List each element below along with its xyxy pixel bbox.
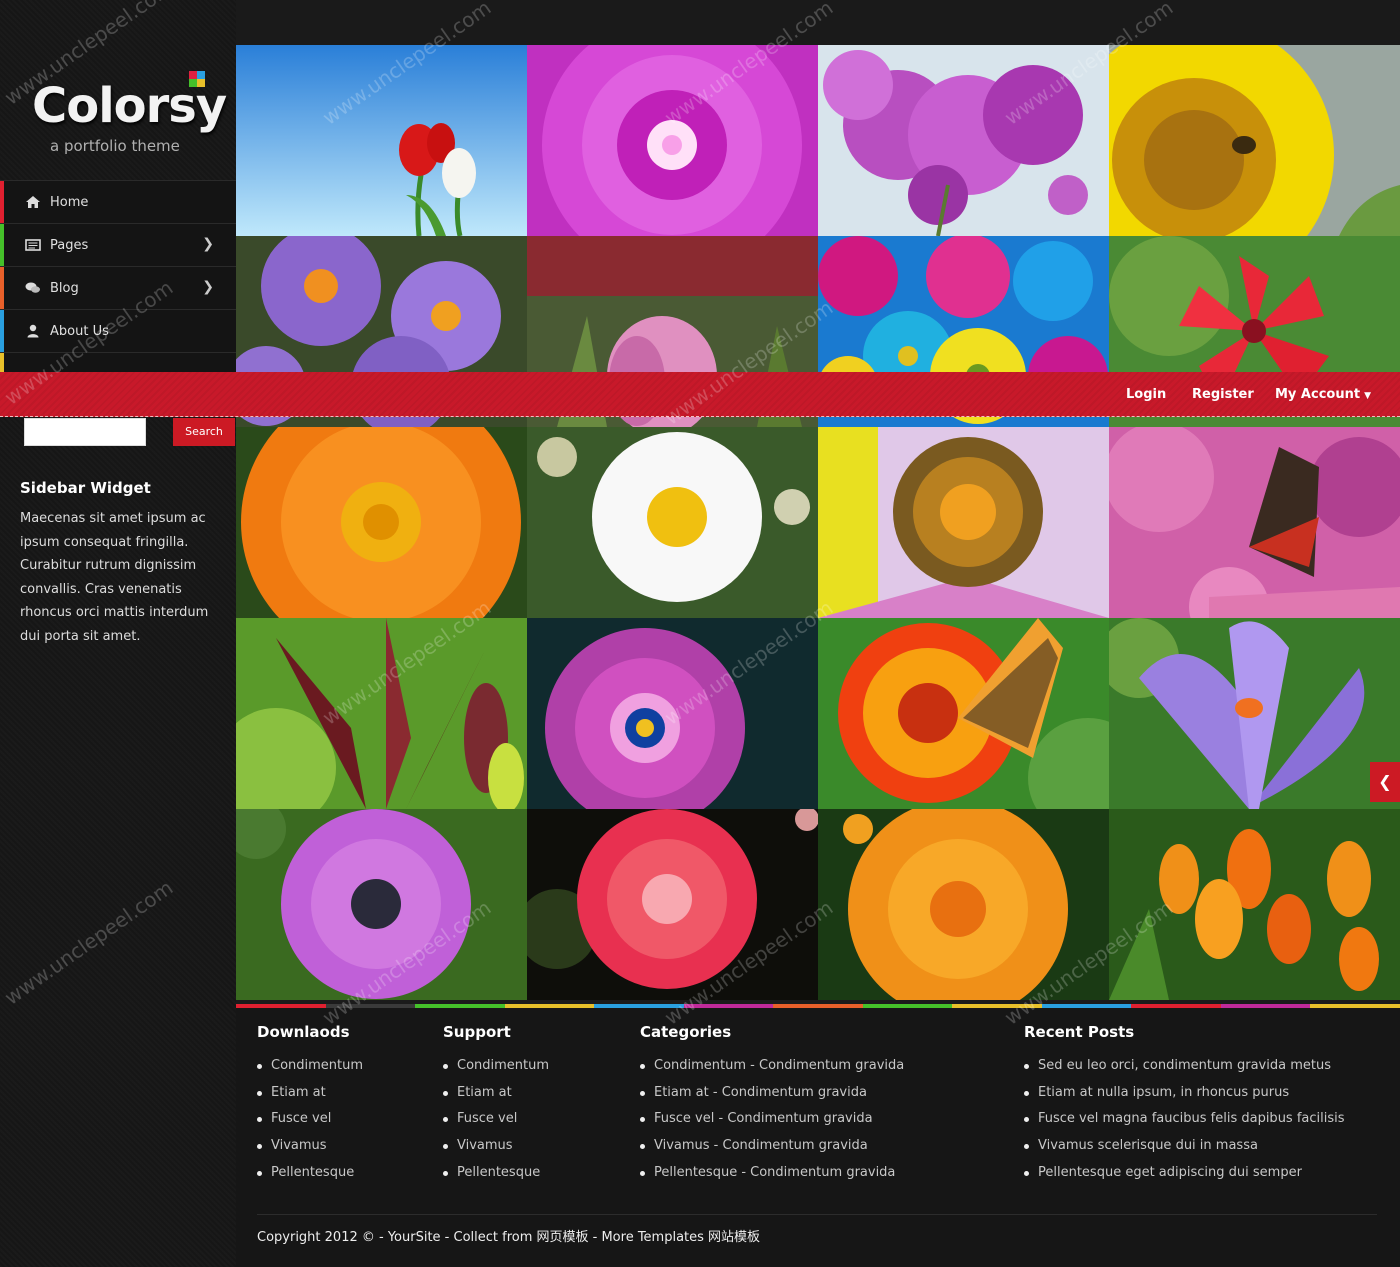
main-nav: Home Pages ❯ Blog ❯ About Us bbox=[0, 180, 236, 395]
footer: Downlaods Condimentum Etiam at Fusce vel… bbox=[236, 1004, 1400, 1267]
footer-link[interactable]: Vivamus bbox=[257, 1136, 363, 1163]
footer-support: Support Condimentum Etiam at Fusce vel V… bbox=[443, 1023, 549, 1189]
gallery-tile-red-tulips[interactable] bbox=[236, 45, 527, 236]
footer-link[interactable]: Vivamus bbox=[443, 1136, 549, 1163]
white-daisy-image bbox=[527, 427, 818, 618]
pages-icon bbox=[25, 239, 41, 251]
footer-link[interactable]: Condimentum bbox=[257, 1056, 363, 1083]
footer-link[interactable]: Pellentesque bbox=[257, 1163, 363, 1190]
footer-link[interactable]: Etiam at - Condimentum gravida bbox=[640, 1083, 904, 1110]
nav-label: Blog bbox=[50, 281, 79, 296]
footer-link[interactable]: Fusce vel - Condimentum gravida bbox=[640, 1109, 904, 1136]
chevron-down-icon: ▼ bbox=[1364, 391, 1371, 401]
osteospermum-image bbox=[527, 618, 818, 809]
chevron-right-icon: ❯ bbox=[202, 236, 214, 252]
chevron-left-icon[interactable]: ❮ bbox=[1370, 762, 1400, 802]
gallery-tile-dark-lily[interactable] bbox=[236, 618, 527, 809]
footer-link[interactable]: Fusce vel bbox=[257, 1109, 363, 1136]
gallery-tile-orange-crocus[interactable] bbox=[1109, 809, 1400, 1000]
footer-link[interactable]: Vivamus - Condimentum gravida bbox=[640, 1136, 904, 1163]
orange-gerbera-image bbox=[236, 427, 527, 618]
gallery-tile-orange-dahlia[interactable] bbox=[818, 809, 1109, 1000]
red-bellis-image bbox=[527, 809, 818, 1000]
dark-lily-image bbox=[236, 618, 527, 809]
footer-link[interactable]: Vivamus scelerisque dui in massa bbox=[1024, 1136, 1345, 1163]
pink-daisy-image bbox=[236, 809, 527, 1000]
sidebar-widget-text: Maecenas sit amet ipsum ac ipsum consequ… bbox=[20, 511, 209, 644]
gallery-tile-orange-gerbera[interactable] bbox=[236, 427, 527, 618]
footer-categories: Categories Condimentum - Condimentum gra… bbox=[640, 1023, 904, 1189]
home-icon bbox=[26, 196, 40, 208]
footer-color-strip bbox=[236, 1004, 1400, 1008]
user-icon bbox=[27, 324, 39, 338]
register-link[interactable]: Register bbox=[1192, 387, 1254, 402]
nav-item-home[interactable]: Home bbox=[0, 180, 236, 223]
gallery-tile-red-bellis[interactable] bbox=[527, 809, 818, 1000]
zinnia-monarch-image bbox=[818, 618, 1109, 809]
footer-link[interactable]: Fusce vel bbox=[443, 1109, 549, 1136]
red-tulips-image bbox=[236, 45, 527, 236]
footer-link[interactable]: Fusce vel magna faucibus felis dapibus f… bbox=[1024, 1109, 1345, 1136]
gallery-tile-sunflower-bee[interactable] bbox=[1109, 45, 1400, 236]
nav-color-bar bbox=[0, 181, 4, 223]
nav-item-about-us[interactable]: About Us bbox=[0, 309, 236, 352]
sunflower-bee-image bbox=[1109, 45, 1400, 236]
nav-label: Home bbox=[50, 195, 89, 210]
gallery-tile-echinacea[interactable] bbox=[818, 427, 1109, 618]
footer-link[interactable]: Etiam at bbox=[443, 1083, 549, 1110]
nav-color-bar bbox=[0, 310, 4, 352]
copyright-text: Copyright 2012 © - YourSite - Collect fr… bbox=[257, 1230, 761, 1245]
orange-dahlia-image bbox=[818, 809, 1109, 1000]
footer-recent-posts: Recent Posts Sed eu leo orci, condimentu… bbox=[1024, 1023, 1345, 1189]
echinacea-image bbox=[818, 427, 1109, 618]
footer-heading: Support bbox=[443, 1023, 511, 1041]
gallery-tile-purple-crocus[interactable] bbox=[1109, 618, 1400, 809]
comments-icon bbox=[25, 282, 40, 293]
gallery-tile-butterfly-on-flowers[interactable] bbox=[1109, 427, 1400, 618]
nav-label: About Us bbox=[50, 324, 109, 339]
footer-link[interactable]: Sed eu leo orci, condimentum gravida met… bbox=[1024, 1056, 1345, 1083]
logo-color-squares-icon bbox=[189, 71, 205, 87]
butterfly-on-flowers-image bbox=[1109, 427, 1400, 618]
header-strip bbox=[236, 0, 1400, 45]
nav-color-bar bbox=[0, 224, 4, 266]
photo-gallery bbox=[236, 45, 1400, 1004]
footer-heading: Recent Posts bbox=[1024, 1023, 1135, 1041]
footer-heading: Downlaods bbox=[257, 1023, 350, 1041]
my-account-label: My Account bbox=[1275, 387, 1361, 402]
footer-link[interactable]: Pellentesque eget adipiscing dui semper bbox=[1024, 1163, 1345, 1190]
footer-link[interactable]: Condimentum bbox=[443, 1056, 549, 1083]
nav-item-pages[interactable]: Pages ❯ bbox=[0, 223, 236, 266]
search-button[interactable]: Search bbox=[173, 418, 235, 446]
footer-link[interactable]: Etiam at nulla ipsum, in rhoncus purus bbox=[1024, 1083, 1345, 1110]
purple-crocus-image bbox=[1109, 618, 1400, 809]
gallery-tile-zinnia-monarch[interactable] bbox=[818, 618, 1109, 809]
gallery-tile-osteospermum[interactable] bbox=[527, 618, 818, 809]
footer-heading: Categories bbox=[640, 1023, 732, 1041]
login-link[interactable]: Login bbox=[1126, 387, 1166, 402]
nav-color-bar bbox=[0, 267, 4, 309]
top-account-bar: Login Register My Account ▼ bbox=[0, 372, 1400, 417]
orange-crocus-image bbox=[1109, 809, 1400, 1000]
logo-tagline: a portfolio theme bbox=[50, 137, 180, 155]
gallery-tile-pink-daisy[interactable] bbox=[236, 809, 527, 1000]
footer-downloads: Downlaods Condimentum Etiam at Fusce vel… bbox=[257, 1023, 363, 1189]
footer-divider bbox=[257, 1214, 1377, 1215]
my-account-menu[interactable]: My Account ▼ bbox=[1275, 387, 1371, 402]
footer-link[interactable]: Pellentesque bbox=[443, 1163, 549, 1190]
pink-dahlia-image bbox=[527, 45, 818, 236]
footer-link[interactable]: Condimentum - Condimentum gravida bbox=[640, 1056, 904, 1083]
bougainvillea-image bbox=[818, 45, 1109, 236]
gallery-tile-bougainvillea[interactable] bbox=[818, 45, 1109, 236]
gallery-tile-pink-dahlia[interactable] bbox=[527, 45, 818, 236]
gallery-tile-white-daisy[interactable] bbox=[527, 427, 818, 618]
search-input[interactable] bbox=[24, 418, 146, 446]
nav-item-blog[interactable]: Blog ❯ bbox=[0, 266, 236, 309]
sidebar: Colorsy a portfolio theme Home Pages ❯ B… bbox=[0, 0, 236, 1267]
chevron-right-icon: ❯ bbox=[202, 279, 214, 295]
nav-label: Pages bbox=[50, 238, 89, 253]
footer-link[interactable]: Pellentesque - Condimentum gravida bbox=[640, 1163, 904, 1190]
sidebar-widget-title: Sidebar Widget bbox=[20, 479, 151, 497]
footer-link[interactable]: Etiam at bbox=[257, 1083, 363, 1110]
